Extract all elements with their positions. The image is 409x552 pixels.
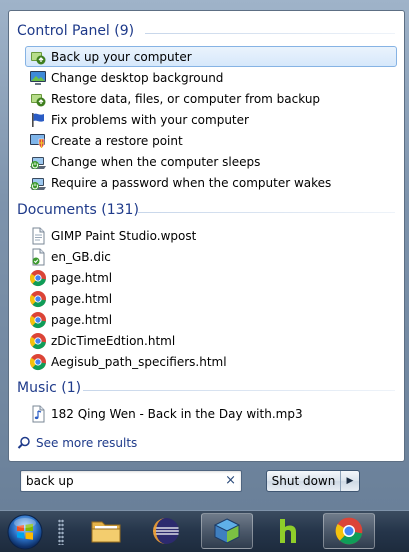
search-icon bbox=[17, 436, 30, 449]
result-label: Require a password when the computer wak… bbox=[51, 175, 332, 190]
group-header-music[interactable]: Music (1) bbox=[17, 380, 395, 396]
chrome-icon bbox=[30, 311, 46, 328]
result-label: Change desktop background bbox=[51, 70, 224, 85]
explorer-button[interactable] bbox=[80, 513, 132, 549]
result-aegisub-path-specifiers[interactable]: Aegisub_path_specifiers.html bbox=[25, 351, 397, 372]
hulu-button[interactable] bbox=[262, 513, 314, 549]
group-divider bbox=[137, 212, 395, 213]
eclipse-icon bbox=[153, 518, 179, 544]
result-page-html-2[interactable]: page.html bbox=[25, 288, 397, 309]
result-label: Restore data, files, or computer from ba… bbox=[51, 91, 321, 106]
start-menu: Control Panel (9) Back up your computer … bbox=[0, 0, 409, 510]
chrome-icon bbox=[335, 517, 363, 545]
group-title: Music (1) bbox=[17, 380, 82, 396]
chrome-icon bbox=[30, 290, 46, 307]
shutdown-control: Shut down ▶ bbox=[266, 470, 360, 492]
see-more-label: See more results bbox=[36, 436, 138, 450]
search-results-pane: Control Panel (9) Back up your computer … bbox=[8, 10, 405, 462]
windows-orb-icon[interactable] bbox=[6, 513, 44, 551]
result-label: Back up your computer bbox=[51, 49, 192, 64]
music-note-icon bbox=[32, 405, 45, 422]
chrome-icon bbox=[30, 269, 46, 286]
group-header-documents[interactable]: Documents (131) bbox=[17, 202, 395, 218]
result-label: Aegisub_path_specifiers.html bbox=[51, 354, 227, 369]
flag-icon bbox=[32, 112, 44, 127]
result-create-restore-point[interactable]: Create a restore point bbox=[25, 130, 397, 151]
shutdown-button[interactable]: Shut down bbox=[267, 471, 341, 491]
backup-icon bbox=[31, 93, 46, 106]
result-label: 182 Qing Wen - Back in the Day with.mp3 bbox=[51, 406, 303, 421]
result-label: zDicTimeEdtion.html bbox=[51, 333, 176, 348]
result-label: Fix problems with your computer bbox=[51, 112, 249, 127]
folder-icon bbox=[91, 521, 121, 543]
see-more-results-link[interactable]: See more results bbox=[17, 436, 137, 450]
result-label: GIMP Paint Studio.wpost bbox=[51, 228, 197, 243]
chrome-icon bbox=[30, 353, 46, 370]
hulu-icon bbox=[280, 519, 296, 543]
chrome-button[interactable] bbox=[323, 513, 375, 549]
result-gimp-paint-studio[interactable]: GIMP Paint Studio.wpost bbox=[25, 225, 397, 246]
result-page-html-1[interactable]: page.html bbox=[25, 267, 397, 288]
power-options-icon bbox=[30, 177, 46, 190]
result-label: Change when the computer sleeps bbox=[51, 154, 261, 169]
result-fix-problems[interactable]: Fix problems with your computer bbox=[25, 109, 397, 130]
result-qing-wen-mp3[interactable]: 182 Qing Wen - Back in the Day with.mp3 bbox=[25, 403, 397, 424]
dictionary-file-icon bbox=[32, 248, 45, 265]
result-restore-data[interactable]: Restore data, files, or computer from ba… bbox=[25, 88, 397, 109]
group-header-control-panel[interactable]: Control Panel (9) bbox=[17, 23, 395, 39]
taskbar-grip bbox=[58, 519, 64, 545]
result-page-html-3[interactable]: page.html bbox=[25, 309, 397, 330]
result-back-up-computer[interactable]: Back up your computer bbox=[25, 46, 397, 67]
group-divider bbox=[145, 33, 395, 34]
result-change-sleep[interactable]: Change when the computer sleeps bbox=[25, 151, 397, 172]
backup-icon bbox=[31, 51, 46, 64]
virtualbox-icon bbox=[213, 518, 241, 544]
search-box[interactable]: × bbox=[20, 470, 242, 492]
result-label: page.html bbox=[51, 270, 113, 285]
result-change-desktop-background[interactable]: Change desktop background bbox=[25, 67, 397, 88]
eclipse-button[interactable] bbox=[140, 513, 192, 549]
result-require-password-wake[interactable]: Require a password when the computer wak… bbox=[25, 172, 397, 193]
group-divider bbox=[83, 390, 395, 391]
result-en-gb-dic[interactable]: en_GB.dic bbox=[25, 246, 397, 267]
result-label: Create a restore point bbox=[51, 133, 183, 148]
shutdown-label: Shut down bbox=[271, 474, 336, 488]
power-options-icon bbox=[30, 156, 46, 169]
result-label: page.html bbox=[51, 312, 113, 327]
search-input[interactable] bbox=[26, 472, 216, 490]
group-title: Documents (131) bbox=[17, 202, 139, 218]
document-icon bbox=[32, 227, 45, 244]
group-title: Control Panel (9) bbox=[17, 23, 135, 39]
result-label: page.html bbox=[51, 291, 113, 306]
shutdown-options-arrow-icon[interactable]: ▶ bbox=[341, 471, 359, 491]
virtualbox-button[interactable] bbox=[201, 513, 253, 549]
clear-search-icon[interactable]: × bbox=[225, 473, 236, 489]
result-zdictimeedtion-html[interactable]: zDicTimeEdtion.html bbox=[25, 330, 397, 351]
shield-monitor-icon bbox=[30, 133, 45, 148]
chrome-icon bbox=[30, 332, 46, 349]
result-label: en_GB.dic bbox=[51, 249, 111, 264]
taskbar bbox=[0, 510, 409, 552]
monitor-icon bbox=[30, 70, 46, 85]
